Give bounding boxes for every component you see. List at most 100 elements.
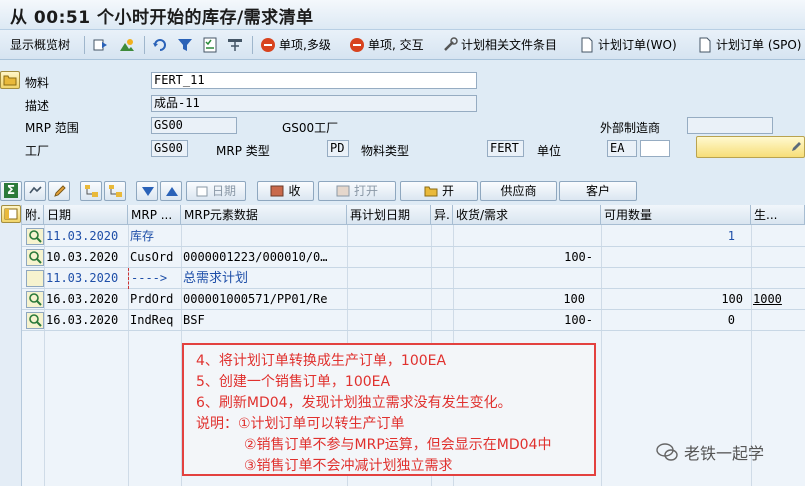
open2-button[interactable]: 开: [400, 181, 478, 201]
note-line: 4、将计划订单转换成生产订单，100EA: [196, 353, 447, 369]
cell-date: 16.03.2020: [46, 313, 119, 327]
col-header-date[interactable]: 日期: [44, 205, 128, 225]
display-overview-tree-button[interactable]: 显示概览树: [10, 36, 70, 54]
material-field[interactable]: FERT_11: [151, 72, 477, 89]
mrp-type-label: MRP 类型: [216, 144, 270, 158]
material-selector-button[interactable]: [0, 71, 20, 89]
cell-available-qty: 1: [727, 229, 735, 243]
cell-receipt-requirement: 100: [563, 292, 585, 306]
layout-icon: [4, 208, 18, 220]
col-header-receipt-requirement[interactable]: 收货/需求: [453, 205, 601, 225]
watermark: 老铁一起学: [656, 440, 764, 464]
application-toolbar: 显示概览树 单项,多级 单项, 交互 计划相关文件条目 计划订单(WO) 计划订…: [0, 30, 805, 60]
mrp-area-field: GS00: [151, 117, 237, 134]
col-header-mrp-element[interactable]: MRP ...: [128, 205, 181, 225]
folder-icon: [3, 75, 17, 86]
navigate-button[interactable]: [24, 181, 46, 201]
cell-receipt-requirement: 100-: [564, 250, 593, 264]
checklist-button[interactable]: [202, 36, 218, 54]
row-detail-button[interactable]: [24, 247, 44, 268]
customer-button-label: 客户: [585, 184, 610, 198]
tree-icon: [228, 39, 242, 51]
single-interactive-button[interactable]: 单项, 交互: [349, 36, 424, 54]
cell-date: 10.03.2020: [46, 250, 119, 264]
folder-icon: [424, 186, 438, 197]
cell-date: 11.03.2020: [46, 271, 119, 285]
unit-label: 单位: [537, 144, 562, 158]
filter-button[interactable]: [177, 36, 193, 54]
planned-order-spo-button[interactable]: 计划订单 (SPO): [697, 36, 801, 54]
watermark-text: 老铁一起学: [684, 444, 765, 463]
plant-label: 工厂: [25, 144, 50, 158]
planning-file-entry-button[interactable]: 计划相关文件条目: [442, 36, 557, 54]
external-manufacturer-field: [687, 117, 773, 134]
note-line: 6、刷新MD04，发现计划独立需求没有发生变化。: [196, 395, 512, 411]
table-row[interactable]: 16.03.2020 IndReq BSF 100- 0: [22, 310, 805, 331]
cell-mrp-data: BSF: [183, 313, 205, 327]
single-multi-level-label: 单项,多级: [279, 38, 331, 52]
mrp-area-label: MRP 范围: [25, 121, 79, 135]
table-row[interactable]: 11.03.2020 库存 1: [22, 226, 805, 247]
single-interactive-label: 单项, 交互: [368, 38, 424, 52]
col-header-mrp-element-data[interactable]: MRP元素数据: [181, 205, 347, 225]
layout-button[interactable]: [1, 205, 21, 223]
hierarchy-icon: [85, 185, 98, 197]
customer-button[interactable]: 客户: [559, 181, 637, 201]
cell-receipt-requirement: 100-: [564, 313, 593, 327]
edit-header-button[interactable]: [696, 136, 805, 158]
magnifier-icon: [26, 228, 44, 245]
tree-button[interactable]: [227, 36, 243, 54]
col-header-production[interactable]: 生...: [751, 205, 805, 225]
row-selector-strip: [0, 205, 22, 486]
collapse-button[interactable]: [104, 181, 126, 201]
sum-button[interactable]: Σ: [0, 181, 22, 201]
table-row[interactable]: 10.03.2020 CusOrd 0000001223/000010/0… 1…: [22, 247, 805, 268]
cell-mrp-data: 000001000571/PP01/Re: [183, 292, 328, 306]
landscape-button[interactable]: [119, 36, 135, 54]
tools-icon: [444, 37, 458, 51]
single-multi-level-button[interactable]: 单项,多级: [260, 36, 331, 54]
unit-extra-field[interactable]: [640, 140, 670, 157]
magnifier-icon: [26, 249, 44, 266]
table-row[interactable]: 16.03.2020 PrdOrd 000001000571/PP01/Re 1…: [22, 289, 805, 310]
edit-button[interactable]: [48, 181, 70, 201]
cell-available-qty: 0: [727, 313, 735, 327]
stop-icon: [261, 38, 275, 52]
grid-header: 附. 日期 MRP ... MRP元素数据 再计划日期 异. 收货/需求 可用数…: [22, 205, 805, 225]
vendor-button[interactable]: 供应商: [480, 181, 557, 201]
cell-mrp-element: IndReq: [130, 313, 174, 327]
sigma-icon: Σ: [4, 183, 18, 198]
open-doc-icon: [336, 185, 350, 197]
document-icon: [699, 37, 711, 53]
receipt-icon: [270, 185, 284, 197]
double-arrow-button[interactable]: [93, 36, 109, 54]
magnifier-icon: [26, 291, 44, 308]
sort-up-button[interactable]: [160, 181, 182, 201]
vendor-button-label: 供应商: [500, 184, 537, 198]
row-detail-button[interactable]: [24, 310, 44, 331]
cell-mrp-element: PrdOrd: [130, 292, 174, 306]
hand-icon: [29, 186, 42, 194]
pencil-icon: [792, 142, 801, 151]
table-row[interactable]: 11.03.2020 ----> 总需求计划: [22, 268, 805, 289]
planning-file-entry-label: 计划相关文件条目: [461, 38, 558, 52]
receive-button[interactable]: 收: [257, 181, 314, 201]
expand-button[interactable]: [80, 181, 102, 201]
landscape-icon: [120, 39, 134, 51]
col-header-reschedule-date[interactable]: 再计划日期: [347, 205, 431, 225]
row-detail-button[interactable]: [24, 289, 44, 310]
col-header-available-qty[interactable]: 可用数量: [601, 205, 751, 225]
sort-down-button[interactable]: [136, 181, 158, 201]
row-detail-placeholder: [24, 268, 44, 289]
col-header-attachment[interactable]: 附.: [22, 205, 44, 225]
row-detail-button[interactable]: [24, 226, 44, 247]
date-button[interactable]: 日期: [186, 181, 246, 201]
pencil-icon: [54, 185, 66, 197]
col-header-exception[interactable]: 异.: [431, 205, 453, 225]
cell-production-link[interactable]: 1000: [751, 289, 805, 310]
refresh-button[interactable]: [152, 36, 168, 54]
toolbar-separator: [252, 36, 253, 54]
wechat-icon: [656, 443, 678, 461]
planned-order-wo-button[interactable]: 计划订单(WO): [579, 36, 677, 54]
open-button[interactable]: 打开: [318, 181, 396, 201]
